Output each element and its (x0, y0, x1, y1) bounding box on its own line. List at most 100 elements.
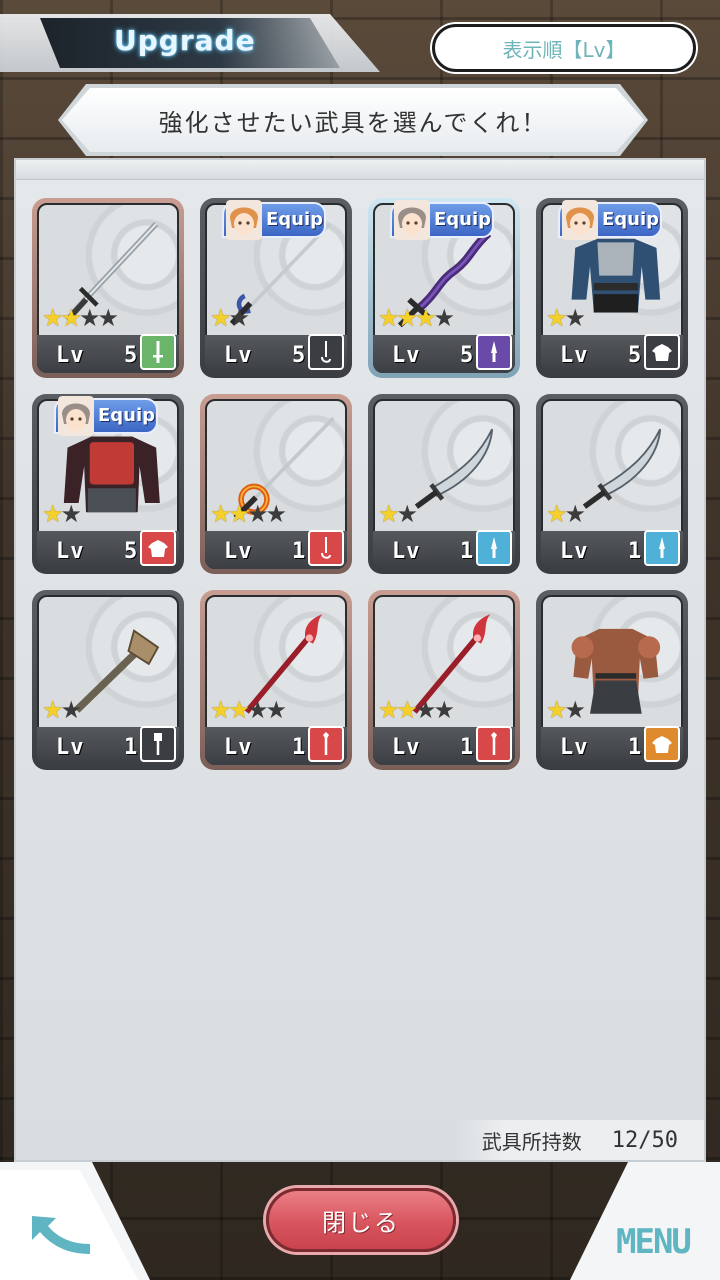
equipment-grid: ★★★★ Lv 5 ★★ Lv 5 Equip ★★★★ Lv 5 Equip ★★ Lv 5 Equip ★… (32, 198, 692, 770)
star-filled-icon: ★ (378, 500, 399, 528)
sword-icon (140, 334, 176, 370)
level-label: Lv (560, 735, 589, 760)
level-value: 5 (124, 539, 138, 564)
spear-icon (308, 726, 344, 762)
equipment-card[interactable]: ★★★★ Lv 1 (200, 590, 352, 770)
level-label: Lv (392, 735, 421, 760)
equipment-card[interactable]: ★★★★ Lv 1 (200, 394, 352, 574)
level-label: Lv (224, 343, 253, 368)
level-label: Lv (392, 343, 421, 368)
level-value: 1 (628, 735, 642, 760)
rapier-icon (308, 334, 344, 370)
level-label: Lv (56, 539, 85, 564)
mace-icon (140, 726, 176, 762)
equip-badge: Equip (558, 200, 662, 240)
rarity-stars: ★★ (42, 500, 82, 528)
level-value: 1 (628, 539, 642, 564)
armor-icon (644, 334, 680, 370)
rarity-stars: ★★★★ (378, 304, 455, 332)
star-empty-icon: ★ (564, 696, 586, 724)
star-filled-icon: ★ (210, 696, 231, 724)
equipment-card[interactable]: ★★ Lv 1 (32, 590, 184, 770)
star-filled-icon: ★ (396, 696, 418, 724)
rarity-stars: ★★ (546, 500, 586, 528)
level-label: Lv (224, 539, 253, 564)
star-empty-icon: ★ (433, 696, 455, 724)
star-filled-icon: ★ (210, 500, 231, 528)
level-value: 1 (292, 735, 306, 760)
star-filled-icon: ★ (228, 500, 250, 528)
equip-badge: Equip (222, 200, 326, 240)
equipment-card[interactable]: ★★ Lv 1 (536, 590, 688, 770)
equipment-card[interactable]: ★★ Lv 1 (536, 394, 688, 574)
star-filled-icon: ★ (60, 304, 82, 332)
character-avatar-icon (226, 200, 262, 240)
star-empty-icon: ★ (60, 500, 82, 528)
star-empty-icon: ★ (564, 304, 586, 332)
inventory-count-value: 12/50 (611, 1127, 678, 1153)
star-filled-icon: ★ (378, 304, 399, 332)
page-title: Upgrade (114, 24, 256, 57)
level-value: 5 (460, 343, 474, 368)
equipment-card[interactable]: ★★★★ Lv 5 Equip (368, 198, 520, 378)
rarity-stars: ★★ (378, 500, 418, 528)
star-filled-icon: ★ (546, 500, 567, 528)
star-empty-icon: ★ (265, 500, 287, 528)
close-button[interactable]: 閉じる (266, 1188, 456, 1252)
level-value: 1 (124, 735, 138, 760)
level-value: 5 (628, 343, 642, 368)
level-label: Lv (56, 735, 85, 760)
star-filled-icon: ★ (546, 696, 567, 724)
armor-icon (644, 726, 680, 762)
instruction-banner: 強化させたい武具を選んでくれ！ (62, 88, 644, 152)
star-empty-icon: ★ (79, 304, 100, 332)
rarity-stars: ★★★★ (210, 500, 287, 528)
level-label: Lv (560, 539, 589, 564)
inventory-count: 武具所持数 12/50 (454, 1120, 704, 1160)
equipment-card[interactable]: ★★ Lv 5 Equip (32, 394, 184, 574)
star-empty-icon: ★ (433, 304, 455, 332)
rapier-icon (308, 530, 344, 566)
star-empty-icon: ★ (564, 500, 586, 528)
equipment-card[interactable]: ★★ Lv 5 Equip (200, 198, 352, 378)
star-filled-icon: ★ (228, 696, 250, 724)
star-filled-icon: ★ (210, 304, 231, 332)
rarity-stars: ★★★★ (210, 696, 287, 724)
character-avatar-icon (58, 396, 94, 436)
panel-top-edge (16, 160, 704, 180)
armor-icon (140, 530, 176, 566)
equipment-card[interactable]: ★★ Lv 5 Equip (536, 198, 688, 378)
equipment-card[interactable]: ★★★★ Lv 1 (368, 590, 520, 770)
equip-badge: Equip (390, 200, 494, 240)
menu-button[interactable]: MENU (616, 1222, 692, 1262)
level-value: 5 (292, 343, 306, 368)
spear-icon (476, 726, 512, 762)
character-avatar-icon (394, 200, 430, 240)
level-value: 1 (292, 539, 306, 564)
star-empty-icon: ★ (247, 696, 268, 724)
equipment-card[interactable]: ★★ Lv 1 (368, 394, 520, 574)
equipment-panel: ★★★★ Lv 5 ★★ Lv 5 Equip ★★★★ Lv 5 Equip ★★ Lv 5 Equip ★… (14, 158, 706, 1162)
level-value: 5 (124, 343, 138, 368)
star-empty-icon: ★ (265, 696, 287, 724)
star-filled-icon: ★ (396, 304, 418, 332)
equip-label: Equip (266, 209, 324, 230)
dagger-icon (476, 530, 512, 566)
dagger-icon (644, 530, 680, 566)
rarity-stars: ★★ (42, 696, 82, 724)
sort-order-button[interactable]: 表示順【Lv】 (432, 24, 696, 72)
level-label: Lv (560, 343, 589, 368)
star-empty-icon: ★ (415, 696, 436, 724)
inventory-count-label: 武具所持数 (481, 1129, 582, 1154)
star-filled-icon: ★ (42, 304, 63, 332)
equip-label: Equip (602, 209, 660, 230)
star-empty-icon: ★ (60, 696, 82, 724)
equipment-card[interactable]: ★★★★ Lv 5 (32, 198, 184, 378)
star-filled-icon: ★ (415, 304, 436, 332)
equip-badge: Equip (54, 396, 158, 436)
header: Upgrade 表示順【Lv】 (0, 0, 720, 80)
star-empty-icon: ★ (228, 304, 250, 332)
equip-label: Equip (98, 405, 156, 426)
back-arrow-icon[interactable] (26, 1210, 96, 1266)
level-label: Lv (56, 343, 85, 368)
